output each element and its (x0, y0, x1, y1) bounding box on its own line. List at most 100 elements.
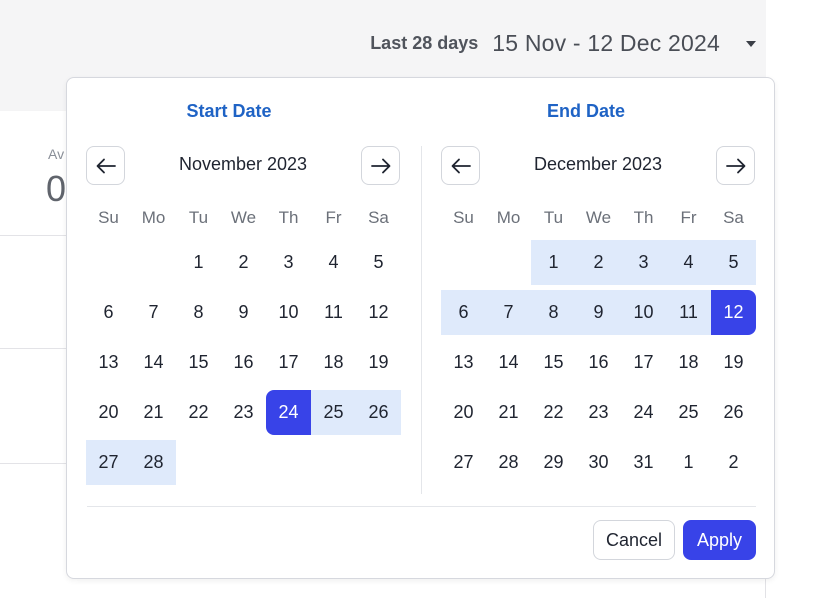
week-row: 27 28 29 30 31 1 2 (441, 440, 756, 485)
day-cell[interactable]: 26 (356, 390, 401, 435)
calendar-divider (421, 146, 422, 494)
day-cell[interactable]: 23 (221, 390, 266, 435)
day-cell[interactable]: 20 (441, 390, 486, 435)
day-cell[interactable]: 11 (311, 290, 356, 335)
day-cell[interactable]: 22 (176, 390, 221, 435)
day-cell[interactable]: 3 (266, 240, 311, 285)
day-cell[interactable]: 17 (621, 340, 666, 385)
day-cell[interactable]: 15 (176, 340, 221, 385)
day-cell[interactable]: 7 (131, 290, 176, 335)
week-row: 13 14 15 16 17 18 19 (441, 340, 756, 385)
weekday-header: Su Mo Tu We Th Fr Sa (441, 196, 756, 240)
day-cell[interactable]: 18 (311, 340, 356, 385)
day-cell[interactable]: 25 (666, 390, 711, 435)
day-cell[interactable]: 30 (576, 440, 621, 485)
month-title-right: December 2023 (533, 154, 663, 174)
metric-value: 0 (46, 168, 67, 209)
arrow-left-icon (451, 158, 471, 173)
selected-end-day[interactable]: 12 (711, 290, 756, 335)
day-cell[interactable]: 10 (621, 290, 666, 335)
day-cell[interactable]: 21 (131, 390, 176, 435)
day-cell[interactable]: 23 (576, 390, 621, 435)
week-row: 6 7 8 9 10 11 12 (441, 290, 756, 335)
day-cell[interactable]: 16 (221, 340, 266, 385)
calendar-november: Su Mo Tu We Th Fr Sa 1 2 3 4 5 6 7 8 9 10 11 12 13 14 15 16 17 1… (86, 196, 401, 490)
day-cell[interactable]: 13 (441, 340, 486, 385)
day-cell[interactable]: 19 (711, 340, 756, 385)
day-cell[interactable]: 2 (576, 240, 621, 285)
day-cell[interactable]: 27 (441, 440, 486, 485)
weekday-label: Tu (188, 208, 209, 227)
day-cell[interactable]: 19 (356, 340, 401, 385)
day-cell[interactable]: 2 (711, 440, 756, 485)
weekday-label: Fr (325, 208, 342, 227)
day-cell[interactable]: 7 (486, 290, 531, 335)
day-cell[interactable]: 15 (531, 340, 576, 385)
day-cell[interactable]: 17 (266, 340, 311, 385)
weekday-label: Su (453, 208, 474, 227)
range-value: 15 Nov - 12 Dec 2024 (492, 30, 720, 56)
day-cell[interactable]: 28 (131, 440, 176, 485)
day-cell[interactable]: 9 (576, 290, 621, 335)
cancel-button[interactable]: Cancel (593, 520, 675, 560)
weekday-label: Fr (680, 208, 697, 227)
day-cell[interactable]: 10 (266, 290, 311, 335)
day-cell[interactable]: 22 (531, 390, 576, 435)
empty-day-cell (441, 240, 486, 285)
day-cell[interactable]: 6 (86, 290, 131, 335)
day-cell[interactable]: 14 (131, 340, 176, 385)
weekday-label: Mo (496, 208, 521, 227)
day-cell[interactable]: 16 (576, 340, 621, 385)
week-row: 6 7 8 9 10 11 12 (86, 290, 401, 335)
day-cell[interactable]: 26 (711, 390, 756, 435)
day-cell[interactable]: 28 (486, 440, 531, 485)
day-cell[interactable]: 1 (531, 240, 576, 285)
weekday-label: We (230, 208, 257, 227)
day-cell[interactable]: 13 (86, 340, 131, 385)
apply-button[interactable]: Apply (683, 520, 756, 560)
day-cell[interactable]: 14 (486, 340, 531, 385)
selected-start-day[interactable]: 24 (266, 390, 311, 435)
empty-day-cell (176, 440, 221, 485)
day-cell[interactable]: 8 (176, 290, 221, 335)
calendar-december: Su Mo Tu We Th Fr Sa 1 2 3 4 5 6 7 8 9 10 11 12 13 14 15 16 17 1… (441, 196, 756, 490)
day-cell[interactable]: 4 (666, 240, 711, 285)
next-month-button-right[interactable] (716, 146, 755, 185)
weekday-label: Sa (723, 208, 744, 227)
day-cell[interactable]: 4 (311, 240, 356, 285)
day-cell[interactable]: 24 (621, 390, 666, 435)
day-cell[interactable]: 11 (666, 290, 711, 335)
weekday-label: Th (278, 208, 299, 227)
day-cell[interactable]: 1 (666, 440, 711, 485)
day-cell[interactable]: 5 (711, 240, 756, 285)
day-cell[interactable]: 18 (666, 340, 711, 385)
empty-day-cell (311, 440, 356, 485)
day-cell[interactable]: 25 (311, 390, 356, 435)
caret-down-icon[interactable] (746, 40, 756, 47)
day-cell[interactable]: 29 (531, 440, 576, 485)
prev-month-button-right[interactable] (441, 146, 480, 185)
day-cell[interactable]: 1 (176, 240, 221, 285)
weekday-label: We (585, 208, 612, 227)
weekday-label: Tu (543, 208, 564, 227)
day-cell[interactable]: 9 (221, 290, 266, 335)
day-cell[interactable]: 6 (441, 290, 486, 335)
weekday-label: Mo (141, 208, 166, 227)
prev-month-button-left[interactable] (86, 146, 125, 185)
day-cell[interactable]: 8 (531, 290, 576, 335)
day-cell[interactable]: 21 (486, 390, 531, 435)
day-cell[interactable]: 3 (621, 240, 666, 285)
day-cell[interactable]: 5 (356, 240, 401, 285)
day-cell[interactable]: 31 (621, 440, 666, 485)
day-cell[interactable]: 27 (86, 440, 131, 485)
footer-divider (87, 506, 756, 507)
day-cell[interactable]: 20 (86, 390, 131, 435)
date-range-selector[interactable]: Last 28 days 15 Nov - 12 Dec 2024 (370, 30, 756, 57)
next-month-button-left[interactable] (361, 146, 400, 185)
week-row: 12345 (86, 240, 401, 285)
range-label: Last 28 days (370, 33, 479, 53)
week-row: 20 21 22 23 24 25 26 (86, 390, 401, 435)
end-date-title: End Date (546, 101, 625, 121)
day-cell[interactable]: 12 (356, 290, 401, 335)
day-cell[interactable]: 2 (221, 240, 266, 285)
